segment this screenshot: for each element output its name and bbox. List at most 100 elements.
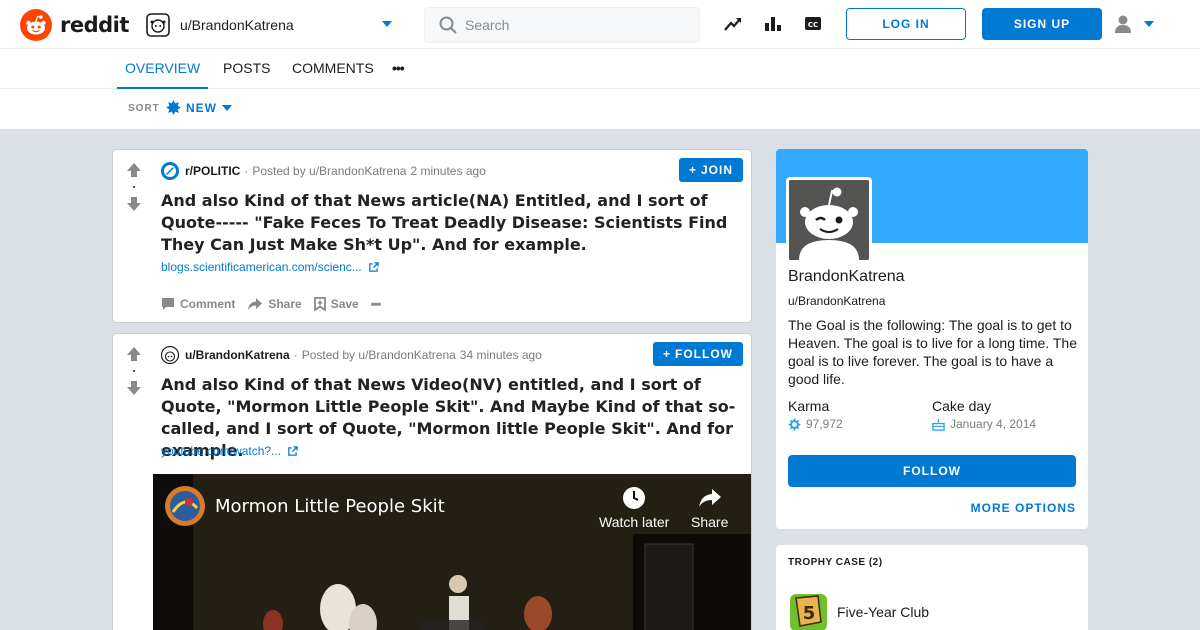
- more-options-icon[interactable]: •••: [371, 297, 382, 311]
- trending-icon[interactable]: [724, 14, 742, 34]
- sort-label: SORT: [128, 103, 160, 114]
- karma-icon: [788, 417, 801, 431]
- join-button[interactable]: + JOIN: [678, 158, 743, 182]
- external-link-icon: [288, 445, 298, 456]
- follow-label: FOLLOW: [675, 347, 733, 361]
- post-meta: u/BrandonKatrena · Posted by u/BrandonKa…: [161, 346, 542, 364]
- video-share-button[interactable]: Share: [691, 486, 728, 530]
- logo-text: reddit: [60, 13, 129, 37]
- reddit-logo-icon: [20, 9, 52, 41]
- downvote-icon[interactable]: [126, 380, 142, 396]
- posted-by[interactable]: Posted by u/BrandonKatrena: [252, 164, 406, 178]
- external-link-icon: [368, 261, 379, 272]
- trophy-case-title: TROPHY CASE (2): [788, 557, 883, 568]
- meta-separator: ·: [293, 348, 298, 362]
- cakeday-date: January 4, 2014: [950, 417, 1037, 431]
- search-input[interactable]: [465, 17, 685, 33]
- more-options-link[interactable]: MORE OPTIONS: [971, 501, 1076, 515]
- vote-score: [133, 186, 135, 188]
- follow-button[interactable]: + FOLLOW: [653, 342, 743, 366]
- snoo-icon: [789, 180, 869, 260]
- profile-display-name: BrandonKatrena: [788, 268, 905, 285]
- post-actions: Comment Share Save •••: [161, 297, 382, 311]
- reddit-logo[interactable]: reddit: [20, 9, 129, 41]
- bookmark-plus-icon: [313, 297, 326, 311]
- comment-icon: [162, 298, 174, 310]
- post-title[interactable]: And also Kind of that News article(NA) E…: [161, 190, 745, 256]
- comment-button[interactable]: Comment: [161, 297, 235, 311]
- profile-bio: The Goal is the following: The goal is t…: [788, 317, 1077, 387]
- watch-later-button[interactable]: Watch later: [599, 486, 669, 530]
- snoo-avatar: [789, 180, 869, 260]
- video-title[interactable]: Mormon Little People Skit: [215, 496, 445, 517]
- user-avatar-icon: [1115, 15, 1131, 33]
- closed-caption-icon[interactable]: CC: [804, 14, 822, 34]
- post-external-link[interactable]: blogs.scientificamerican.com/scienc...: [161, 260, 379, 274]
- karma-label: Karma: [788, 398, 830, 414]
- signup-button[interactable]: SIGN UP: [982, 8, 1102, 40]
- clock-icon: [623, 487, 646, 509]
- user-menu-button[interactable]: [1114, 14, 1154, 34]
- trophy-case-card: TROPHY CASE (2) 5 Five-Year Club: [776, 545, 1088, 630]
- post-external-link[interactable]: youtube.com/watch?...: [161, 444, 298, 458]
- watch-later-label: Watch later: [599, 514, 670, 530]
- tab-posts[interactable]: POSTS: [223, 49, 270, 89]
- search-box[interactable]: [424, 7, 700, 43]
- login-button[interactable]: LOG IN: [846, 8, 966, 40]
- vote-score: [133, 370, 135, 372]
- sort-bar: SORT NEW: [0, 89, 1200, 129]
- follow-profile-button[interactable]: FOLLOW: [788, 455, 1076, 487]
- profile-tabs: OVERVIEW POSTS COMMENTS •••: [0, 49, 1200, 89]
- tab-overview[interactable]: OVERVIEW: [117, 49, 209, 89]
- profile-card: BrandonKatrena u/BrandonKatrena The Goal…: [776, 149, 1088, 529]
- sort-selected: NEW: [186, 100, 217, 115]
- chevron-down-icon: [382, 21, 392, 27]
- cake-icon: [932, 418, 945, 431]
- svg-text:5: 5: [803, 603, 816, 624]
- post-link-text: blogs.scientificamerican.com/scienc...: [161, 260, 362, 274]
- share-button[interactable]: Share: [247, 297, 302, 311]
- downvote-icon[interactable]: [126, 196, 142, 212]
- cakeday-label: Cake day: [932, 398, 992, 414]
- user-avatar-icon[interactable]: [161, 346, 179, 364]
- top-header: reddit u/BrandonKatrena CC LOG IN S: [0, 0, 1200, 49]
- post-meta: r/POLITIC · Posted by u/BrandonKatrena 2…: [161, 162, 486, 180]
- profile-avatar[interactable]: [786, 177, 872, 263]
- leaderboard-icon[interactable]: [764, 14, 782, 34]
- comment-label: Comment: [180, 297, 236, 311]
- vote-column: [125, 346, 143, 396]
- vote-column: [125, 162, 143, 212]
- current-user-name: u/BrandonKatrena: [180, 17, 294, 33]
- embedded-video-player[interactable]: Mormon Little People Skit Watch later Sh…: [153, 474, 751, 630]
- search-icon: [439, 16, 457, 34]
- user-dropdown[interactable]: u/BrandonKatrena: [146, 11, 396, 39]
- channel-avatar-icon[interactable]: [165, 486, 205, 526]
- upvote-icon[interactable]: [126, 346, 142, 362]
- posted-by[interactable]: Posted by u/BrandonKatrena: [302, 348, 456, 362]
- post-time[interactable]: 2 minutes ago: [410, 164, 485, 178]
- tab-comments[interactable]: COMMENTS: [292, 49, 374, 89]
- profile-handle: u/BrandonKatrena: [788, 294, 886, 308]
- share-icon: [248, 298, 263, 310]
- new-sparkle-icon: [166, 100, 181, 115]
- user-avatar-icon: [146, 13, 170, 37]
- post-card[interactable]: r/POLITIC · Posted by u/BrandonKatrena 2…: [112, 149, 752, 323]
- post-time[interactable]: 34 minutes ago: [460, 348, 542, 362]
- sort-dropdown[interactable]: NEW: [166, 100, 232, 115]
- subreddit-icon[interactable]: [161, 162, 179, 180]
- plus-icon: +: [663, 347, 672, 361]
- video-share-label: Share: [691, 514, 729, 530]
- trophy-item[interactable]: 5 Five-Year Club: [788, 592, 929, 630]
- post-link-text: youtube.com/watch?...: [161, 444, 282, 458]
- cakeday-value: January 4, 2014: [932, 417, 1036, 431]
- join-label: JOIN: [700, 163, 733, 177]
- meta-separator: ·: [244, 164, 249, 178]
- chevron-down-icon: [222, 104, 232, 111]
- tab-more[interactable]: •••: [392, 49, 405, 89]
- save-button[interactable]: Save: [313, 297, 359, 311]
- post-card[interactable]: u/BrandonKatrena · Posted by u/BrandonKa…: [112, 333, 752, 630]
- upvote-icon[interactable]: [126, 162, 142, 178]
- trophy-name: Five-Year Club: [837, 604, 930, 620]
- subreddit-link[interactable]: r/POLITIC: [185, 164, 240, 178]
- user-profile-link[interactable]: u/BrandonKatrena: [185, 348, 290, 362]
